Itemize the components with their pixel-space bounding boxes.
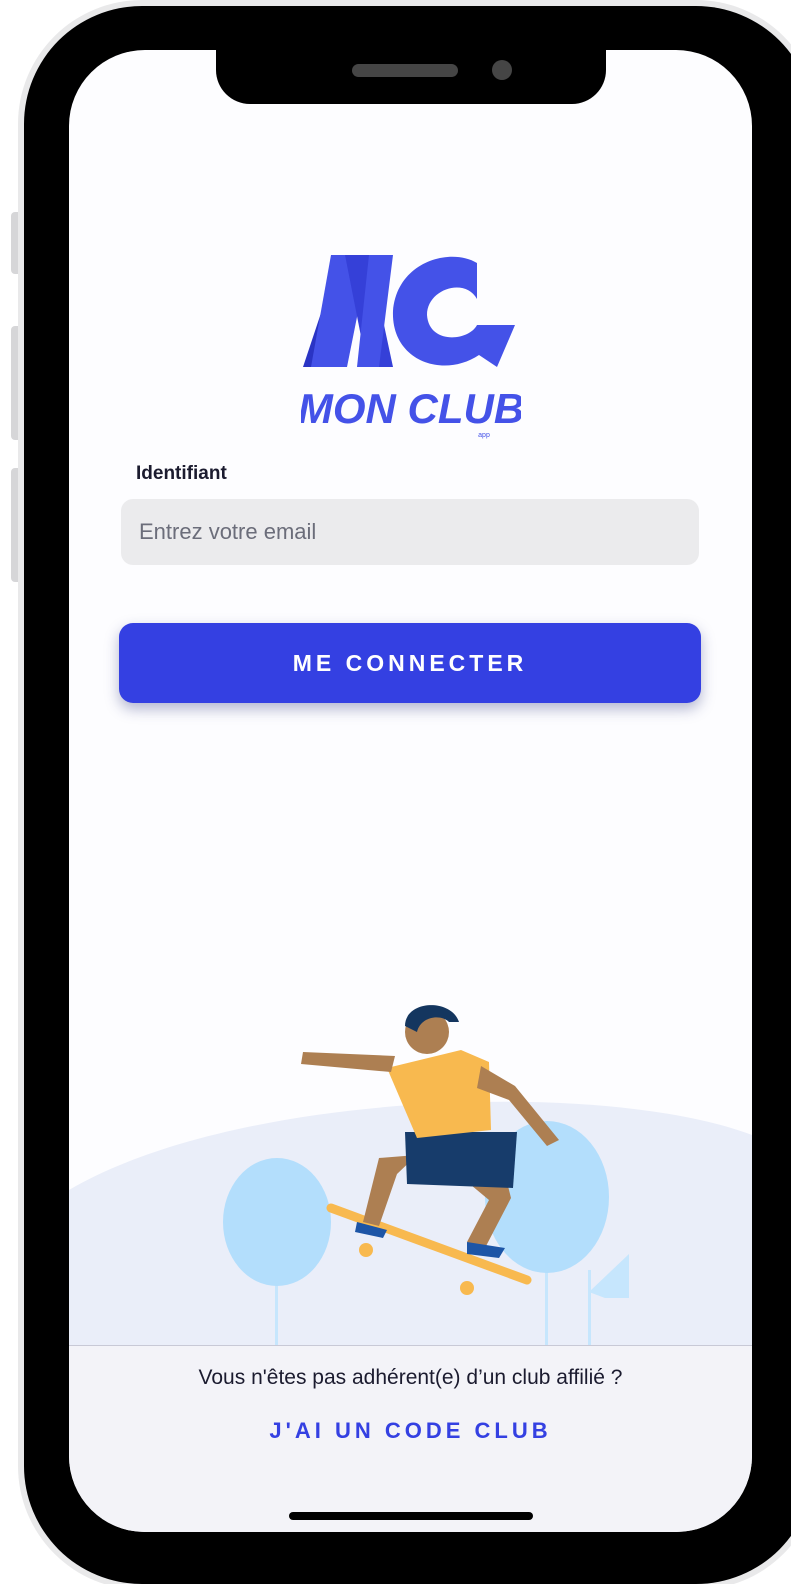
identifier-label: Identifiant <box>136 463 227 484</box>
speaker-grille <box>352 64 458 77</box>
email-input[interactable] <box>121 499 699 565</box>
home-indicator[interactable] <box>289 1512 533 1520</box>
logo-wordmark: MON CLUB <box>301 385 521 432</box>
club-code-link[interactable]: J'AI UN CODE CLUB <box>69 1418 752 1444</box>
skateboarder-illustration <box>69 1005 752 1350</box>
logo-tag: app <box>478 432 490 439</box>
volume-up-button[interactable] <box>11 326 23 440</box>
mon-club-logo: MON CLUB app <box>301 255 521 439</box>
app-screen: MON CLUB app Identifiant ME CONNECTER <box>69 50 752 1532</box>
silent-switch[interactable] <box>11 212 23 274</box>
volume-down-button[interactable] <box>11 468 23 582</box>
not-member-question: Vous n'êtes pas adhérent(e) d’un club af… <box>198 1366 623 1389</box>
camera-icon <box>492 60 512 80</box>
login-button[interactable]: ME CONNECTER <box>119 623 701 703</box>
footer: Vous n'êtes pas adhérent(e) d’un club af… <box>69 1345 752 1532</box>
